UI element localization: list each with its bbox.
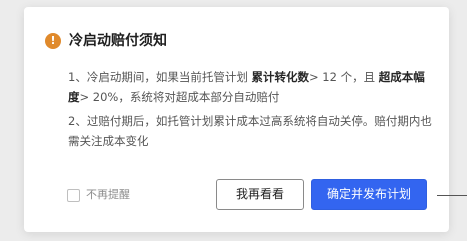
exclamation-circle-icon: ! [45,33,61,49]
screen-backdrop: ! 冷启动赔付须知 1、冷启动期间，如果当前托管计划 累计转化数> 12 个，且… [0,0,467,241]
cumulative-conversions-term: 累计转化数 [251,70,309,84]
cold-start-compensation-dialog: ! 冷启动赔付须知 1、冷启动期间，如果当前托管计划 累计转化数> 12 个，且… [24,7,449,232]
rule-paragraph-2: 2、过赔付期后，如托管计划累计成本过高系统将自动关停。赔付期内也需关注成本变化 [68,114,432,148]
dont-remind-option[interactable]: 不再提醒 [67,188,130,202]
rule-paragraph-1: 1、冷启动期间，如果当前托管计划 累计转化数> 12 个，且 超成本幅度> 20… [68,67,436,107]
rule-1-suffix: > 20%，系统将对超成本部分自动赔付 [79,90,280,104]
dialog-body: 1、冷启动期间，如果当前托管计划 累计转化数> 12 个，且 超成本幅度> 20… [68,67,436,151]
confirm-publish-button[interactable]: 确定并发布计划 [311,179,427,210]
dont-remind-checkbox[interactable] [67,188,80,202]
rule-1-threshold: > 12 个，且 [308,70,379,84]
dont-remind-label: 不再提醒 [86,188,130,201]
cancel-review-button[interactable]: 我再看看 [216,179,304,210]
annotation-connector-line [437,195,467,196]
rule-1-prefix: 1、冷启动期间，如果当前托管计划 [68,70,252,84]
dialog-title: 冷启动赔付须知 [69,33,167,49]
dialog-header: ! 冷启动赔付须知 [45,32,167,50]
